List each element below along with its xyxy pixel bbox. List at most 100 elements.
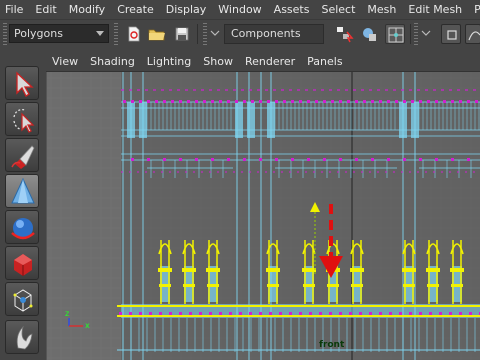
- vertex: [209, 312, 212, 315]
- menu-mesh[interactable]: Mesh: [361, 0, 402, 19]
- baluster-ring: [267, 284, 279, 287]
- chevron-down-icon: [96, 31, 104, 36]
- open-scene-button[interactable]: [147, 24, 167, 44]
- panel-menu-show[interactable]: Show: [197, 55, 239, 68]
- vertex: [435, 100, 438, 103]
- move-tool[interactable]: [5, 174, 39, 208]
- selection-mode-field[interactable]: Components: [224, 24, 324, 44]
- soft-modification-tool[interactable]: [5, 320, 39, 354]
- baluster-ring: [158, 268, 172, 272]
- menu-file[interactable]: File: [0, 0, 29, 19]
- panel-menu-shading[interactable]: Shading: [84, 55, 141, 68]
- vertex: [243, 158, 246, 161]
- vertex: [227, 100, 230, 103]
- baluster-ring: [351, 284, 363, 287]
- vertex: [409, 312, 412, 315]
- vertex: [259, 100, 262, 103]
- vertex: [315, 100, 318, 103]
- menu-assets[interactable]: Assets: [268, 0, 316, 19]
- vertex: [299, 100, 302, 103]
- save-scene-button[interactable]: [172, 24, 192, 44]
- panel-menu-view[interactable]: View: [46, 55, 84, 68]
- shelf-handle[interactable]: [203, 23, 207, 45]
- vertex: [219, 312, 222, 315]
- select-by-component-type-button[interactable]: [385, 24, 405, 44]
- panel-menu-bar: View Shading Lighting Show Renderer Pane…: [46, 52, 480, 72]
- panel-menu-renderer[interactable]: Renderer: [239, 55, 301, 68]
- vertex: [387, 100, 390, 103]
- vertex: [419, 158, 422, 161]
- vertex: [371, 100, 374, 103]
- menu-window[interactable]: Window: [212, 0, 267, 19]
- menu-set-dropdown[interactable]: Polygons: [9, 24, 109, 43]
- vertex: [449, 312, 452, 315]
- vertex: [467, 100, 470, 103]
- baluster-ring: [426, 268, 440, 272]
- menu-create[interactable]: Create: [111, 0, 160, 19]
- select-by-object-type-button[interactable]: [360, 24, 380, 44]
- vertex: [371, 158, 374, 161]
- snap-to-curve-button[interactable]: [465, 24, 480, 44]
- baluster-ring: [402, 268, 416, 272]
- shelf-handle[interactable]: [114, 23, 118, 45]
- vertex: [339, 312, 342, 315]
- vertex: [369, 312, 372, 315]
- vertex: [147, 100, 150, 103]
- vertex: [299, 312, 302, 315]
- folder-icon: [148, 29, 165, 41]
- snap-to-grid-button[interactable]: [441, 24, 461, 44]
- vertex: [389, 312, 392, 315]
- select-by-hierarchy-button[interactable]: [334, 24, 354, 44]
- vertex: [307, 158, 310, 161]
- menu-display[interactable]: Display: [160, 0, 213, 19]
- vertex: [171, 100, 174, 103]
- menu-edit-mesh[interactable]: Edit Mesh: [402, 0, 468, 19]
- vertex: [219, 100, 222, 103]
- baluster-ring: [183, 284, 195, 287]
- menu-set-value: Polygons: [14, 27, 63, 40]
- vertex: [139, 312, 142, 315]
- status-line: Polygons Components: [0, 19, 480, 49]
- lasso-select-icon: [13, 109, 35, 133]
- baluster-ring: [206, 268, 220, 272]
- vertex: [163, 158, 166, 161]
- shelf-handle[interactable]: [414, 23, 418, 45]
- axis-x-label: x: [85, 321, 90, 330]
- new-scene-button[interactable]: [124, 24, 144, 44]
- baluster-ring: [427, 284, 439, 287]
- menu-select[interactable]: Select: [315, 0, 361, 19]
- move-tool-icon: [11, 177, 35, 204]
- vertex: [459, 100, 462, 103]
- menu-edit[interactable]: Edit: [29, 0, 62, 19]
- front-viewport[interactable]: z x front: [46, 72, 480, 360]
- viewport-canvas[interactable]: [47, 72, 480, 360]
- vertex: [163, 100, 166, 103]
- collapse-toggle[interactable]: [209, 24, 221, 44]
- paint-select-tool[interactable]: [5, 138, 39, 172]
- vertex: [411, 100, 414, 103]
- panel-menu-panels[interactable]: Panels: [301, 55, 348, 68]
- collapse-toggle[interactable]: [420, 24, 432, 44]
- lasso-tool[interactable]: [5, 102, 39, 136]
- shelf-handle[interactable]: [3, 23, 7, 45]
- select-tool[interactable]: [5, 66, 39, 100]
- component-grid-icon: [388, 27, 404, 43]
- scale-tool[interactable]: [5, 246, 39, 280]
- vertex: [119, 312, 122, 315]
- universal-manipulator-tool[interactable]: [5, 282, 39, 316]
- vertex: [339, 100, 342, 103]
- vertex: [259, 312, 262, 315]
- menu-proxy[interactable]: Proxy: [468, 0, 480, 19]
- new-scene-icon: [128, 26, 140, 42]
- vertex: [251, 100, 254, 103]
- vertex: [387, 158, 390, 161]
- vertex: [291, 100, 294, 103]
- panel-menu-lighting[interactable]: Lighting: [141, 55, 197, 68]
- rotate-tool[interactable]: [5, 210, 39, 244]
- vertex: [147, 158, 150, 161]
- menu-modify[interactable]: Modify: [63, 0, 111, 19]
- vertex: [279, 312, 282, 315]
- scale-tool-icon: [14, 254, 32, 276]
- vertex: [229, 312, 232, 315]
- vertex: [427, 100, 430, 103]
